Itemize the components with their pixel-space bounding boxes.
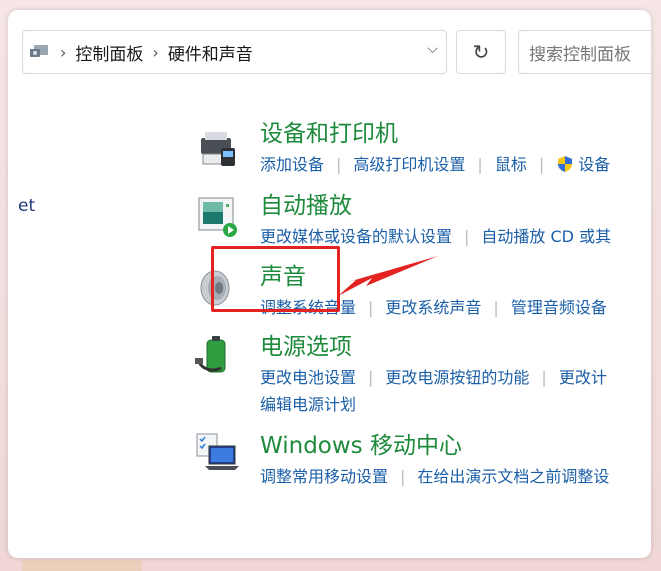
annotation-arrow-icon (338, 256, 438, 296)
control-panel-window: › 控制面板 › 硬件和声音 ⌵ ↻ 搜索控制面板 et 设备和打印机 添加设备… (8, 10, 651, 558)
taskbar-fragment (22, 560, 142, 571)
